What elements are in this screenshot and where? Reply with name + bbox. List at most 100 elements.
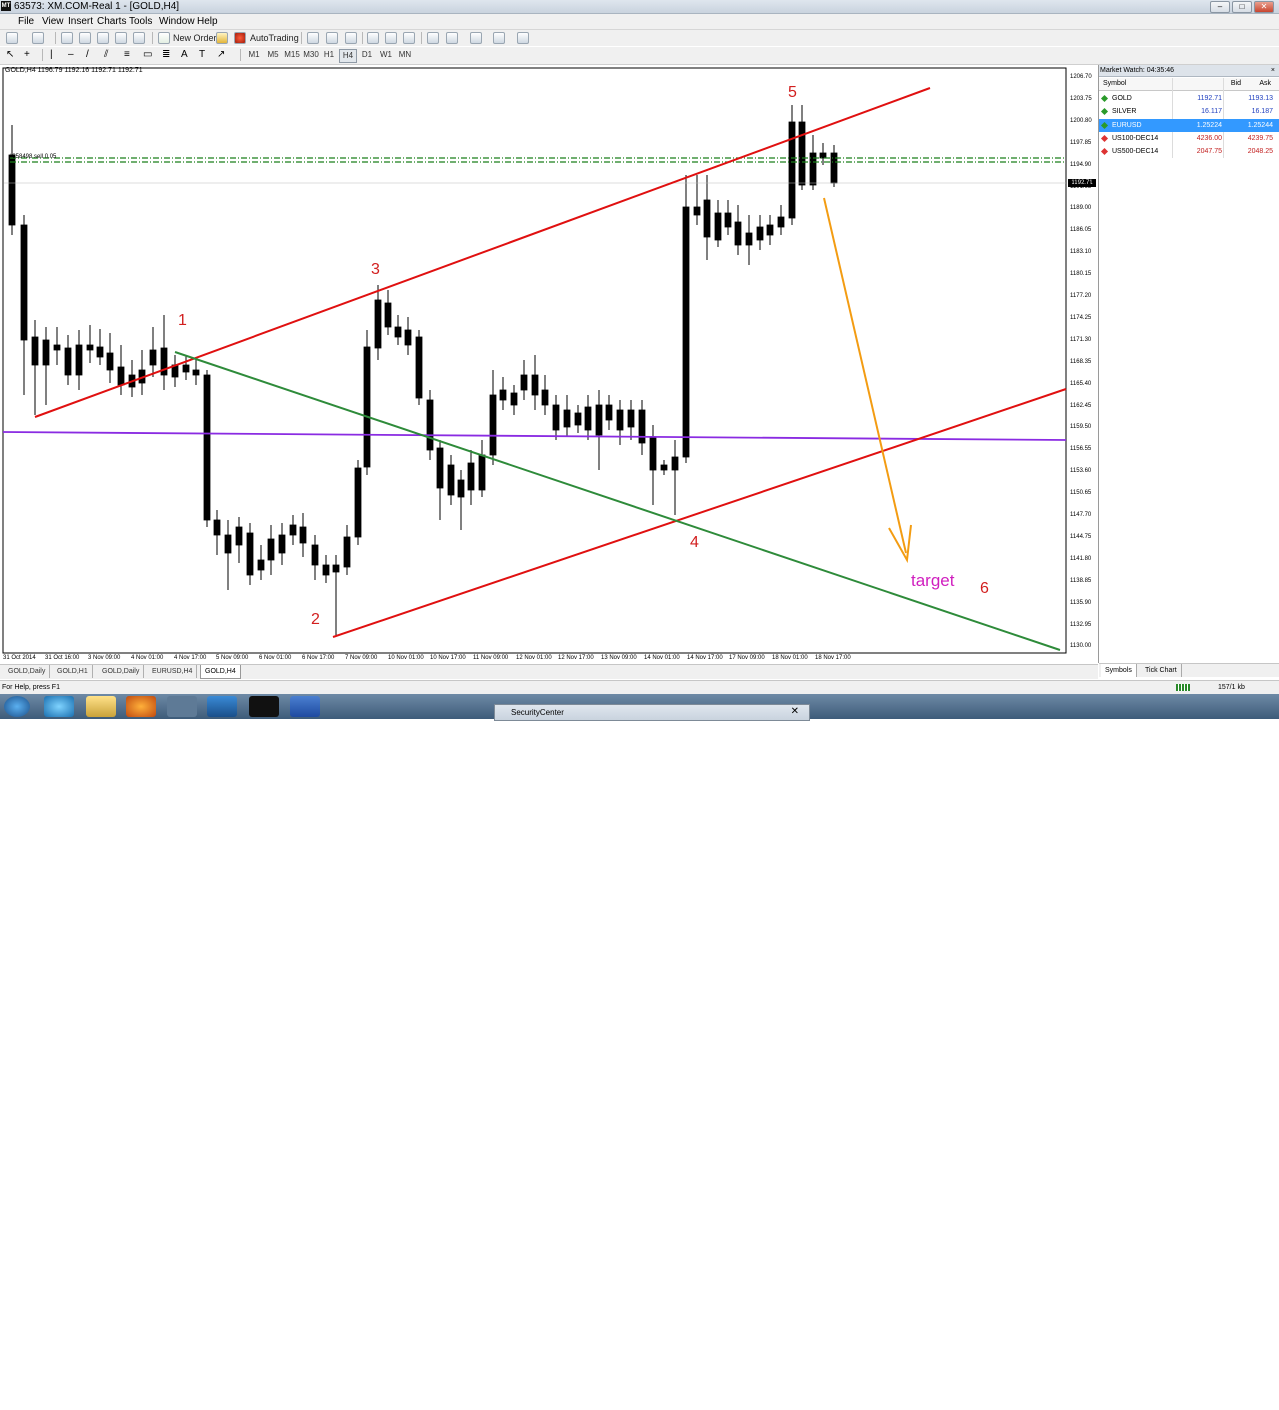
- vertical-line-icon[interactable]: |: [50, 49, 62, 61]
- tf-mn[interactable]: MN: [396, 49, 414, 61]
- chart-shift-icon[interactable]: [446, 32, 458, 44]
- zoom-out-icon[interactable]: [385, 32, 397, 44]
- price-tick: 1191.95: [1070, 183, 1092, 190]
- chart-tab[interactable]: GOLD,Daily: [98, 665, 145, 678]
- tf-h4[interactable]: H4: [339, 49, 357, 63]
- price-tick: 1174.25: [1070, 314, 1092, 321]
- arrows-icon[interactable]: ↗: [217, 49, 229, 61]
- auto-scroll-icon[interactable]: [427, 32, 439, 44]
- new-order-icon[interactable]: [158, 32, 170, 44]
- time-tick: 6 Nov 01:00: [259, 655, 292, 661]
- menu-charts[interactable]: Charts: [97, 14, 126, 29]
- menu-window[interactable]: Window: [159, 14, 195, 29]
- symbol-name: US500-DEC14: [1112, 148, 1159, 156]
- text-label-icon[interactable]: T: [199, 49, 211, 61]
- tf-m15[interactable]: M15: [283, 49, 301, 61]
- tf-m30[interactable]: M30: [302, 49, 320, 61]
- strategy-tester-icon[interactable]: [133, 32, 145, 44]
- menu-help[interactable]: Help: [197, 14, 218, 29]
- chart-tab[interactable]: GOLD,Daily: [4, 665, 51, 678]
- crosshair-icon[interactable]: +: [24, 49, 36, 61]
- market-watch-header: Market Watch: 04:35:46 ×: [1099, 65, 1279, 77]
- chart-tab[interactable]: GOLD,H1: [53, 665, 93, 678]
- market-watch-row[interactable]: US500-DEC14 2047.75 2048.25: [1099, 145, 1279, 158]
- outlook-icon[interactable]: [207, 696, 237, 717]
- close-button[interactable]: ✕: [1254, 1, 1274, 13]
- clock[interactable]: 10:38 AM 19/11/2014: [1222, 1390, 1262, 1410]
- minimize-button[interactable]: –: [1210, 1, 1230, 13]
- market-watch-row[interactable]: EURUSD 1.25224 1.25244: [1099, 118, 1279, 132]
- media-player-icon[interactable]: [167, 696, 197, 717]
- metaeditor-icon[interactable]: [216, 32, 228, 44]
- tf-h1[interactable]: H1: [320, 49, 338, 61]
- ie-icon[interactable]: [44, 696, 74, 717]
- cursor-icon[interactable]: ↖: [6, 49, 18, 61]
- market-watch-row[interactable]: GOLD 1192.71 1193.13: [1099, 92, 1279, 105]
- chart-tabs: GOLD,Daily GOLD,H1 GOLD,Daily EURUSD,H4 …: [0, 664, 1098, 679]
- price-tick: 1159.50: [1070, 424, 1092, 431]
- rectangle-icon[interactable]: ▭: [143, 49, 155, 61]
- channel-icon[interactable]: ⫽: [104, 49, 116, 61]
- tf-d1[interactable]: D1: [358, 49, 376, 61]
- explorer-icon[interactable]: [86, 696, 116, 717]
- word-icon[interactable]: [290, 696, 320, 717]
- start-icon[interactable]: [4, 696, 30, 717]
- gann-icon[interactable]: ≣: [162, 49, 174, 61]
- tf-w1[interactable]: W1: [377, 49, 395, 61]
- templates-icon[interactable]: [517, 32, 529, 44]
- metatrader-icon[interactable]: [249, 696, 279, 717]
- close-icon[interactable]: ✕: [791, 706, 799, 717]
- data-window-icon[interactable]: [79, 32, 91, 44]
- indicators-icon[interactable]: [470, 32, 482, 44]
- down-arrow-icon: [1100, 148, 1109, 156]
- candle: [31, 336, 39, 366]
- candle: [415, 336, 423, 399]
- navigator-icon[interactable]: [97, 32, 109, 44]
- candlestick-icon[interactable]: [326, 32, 338, 44]
- chart-tab[interactable]: EURUSD,H4: [148, 665, 198, 678]
- trendline-icon[interactable]: /: [86, 49, 98, 61]
- periods-icon[interactable]: [493, 32, 505, 44]
- ask-value: 16.187: [1251, 108, 1273, 116]
- column-ask[interactable]: Ask: [1249, 78, 1271, 90]
- tab-symbols[interactable]: Symbols: [1101, 664, 1137, 677]
- market-watch-tabs: Symbols Tick Chart: [1099, 663, 1279, 677]
- tf-m5[interactable]: M5: [264, 49, 282, 61]
- candle: [354, 467, 362, 538]
- firefox-icon[interactable]: [126, 696, 156, 717]
- terminal-icon[interactable]: [115, 32, 127, 44]
- price-tick: 1156.55: [1070, 446, 1092, 453]
- candle: [86, 344, 94, 351]
- market-watch-title: Market Watch: 04:35:46: [1100, 67, 1175, 74]
- horizontal-line-icon[interactable]: –: [68, 49, 80, 61]
- new-chart-icon[interactable]: [6, 32, 18, 44]
- close-icon[interactable]: ×: [1271, 65, 1275, 76]
- autotrading-button[interactable]: AutoTrading: [250, 31, 299, 45]
- autotrading-icon[interactable]: [234, 32, 246, 44]
- column-symbol[interactable]: Symbol: [1103, 78, 1126, 90]
- column-bid[interactable]: Bid: [1209, 78, 1241, 90]
- chart-tab-active[interactable]: GOLD,H4: [200, 665, 241, 679]
- zoom-in-icon[interactable]: [367, 32, 379, 44]
- tile-windows-icon[interactable]: [403, 32, 415, 44]
- maximize-button[interactable]: □: [1232, 1, 1252, 13]
- market-watch-icon[interactable]: [61, 32, 73, 44]
- tab-tick-chart[interactable]: Tick Chart: [1141, 664, 1182, 677]
- window-title: 63573: XM.COM-Real 1 - [GOLD,H4]: [14, 1, 180, 12]
- text-icon[interactable]: A: [181, 49, 193, 61]
- time-tick: 14 Nov 17:00: [687, 655, 723, 661]
- candle: [106, 352, 114, 371]
- market-watch-row[interactable]: SILVER 16.117 16.187: [1099, 105, 1279, 118]
- menu-view[interactable]: View: [42, 14, 64, 29]
- bar-chart-icon[interactable]: [307, 32, 319, 44]
- new-order-button[interactable]: New Order: [173, 31, 217, 45]
- profiles-icon[interactable]: [32, 32, 44, 44]
- menu-insert[interactable]: Insert: [68, 14, 93, 29]
- menu-tools[interactable]: Tools: [129, 14, 152, 29]
- tf-m1[interactable]: M1: [245, 49, 263, 61]
- fibonacci-icon[interactable]: ≡: [124, 49, 136, 61]
- menu-file[interactable]: File: [18, 14, 34, 29]
- line-chart-icon[interactable]: [345, 32, 357, 44]
- market-watch-row[interactable]: US100-DEC14 4236.00 4239.75: [1099, 132, 1279, 145]
- security-center-window[interactable]: SecurityCenter ✕: [494, 704, 810, 721]
